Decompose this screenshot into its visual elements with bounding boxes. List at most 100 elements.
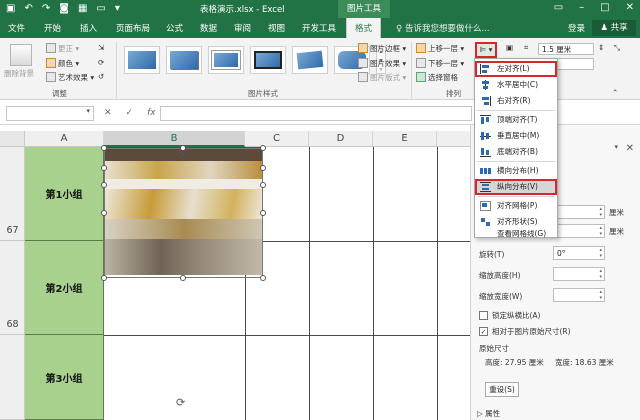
column-header-d[interactable]: D [309,131,373,147]
bring-forward-button[interactable]: 上移一层 ▾ [416,43,464,54]
tell-me-search[interactable]: ♀ 告诉我您想要做什么... [396,22,490,34]
enter-icon[interactable]: ✓ [126,108,134,118]
menu-item-snap-to-shape[interactable]: 对齐形状(S) [475,214,557,230]
select-all-corner[interactable] [0,131,25,147]
picture-layout-button[interactable]: 图片版式 ▾ [358,72,406,83]
tab-file[interactable]: 文件 [8,22,25,34]
remove-background-icon[interactable] [10,44,32,66]
rotate-handle-icon[interactable]: ⟳ [177,149,186,162]
camera-icon[interactable]: ◙ [59,2,69,16]
spinner-icon[interactable]: ▴ ▾ [599,247,602,259]
size-dialog-icon[interactable]: ⤡ [614,43,620,53]
share-button[interactable]: ♟ 共享 [592,20,636,36]
crop-icon[interactable]: ⌗ [524,43,528,53]
undo-icon[interactable]: ↶ [24,2,32,16]
checkbox-unchecked[interactable] [479,311,488,320]
save-icon[interactable]: ▣ [6,2,15,16]
spinner-icon[interactable]: ▴ ▾ [599,225,602,237]
reset-button[interactable]: 重设(S) [485,382,519,397]
picture-style-1[interactable] [124,46,160,74]
reset-picture-icon[interactable]: ↺ [98,72,104,81]
group-cell[interactable]: 第3小组 [25,335,104,420]
send-backward-button[interactable]: 下移一层 ▾ [416,58,464,69]
minimize-icon[interactable]: – [579,2,584,13]
compress-icon[interactable]: ⇲ [98,43,104,52]
menu-item-align-bottom[interactable]: 底端对齐(B) [475,144,557,160]
rotate-handle-icon[interactable]: ⟳ [176,396,185,409]
align-button[interactable]: ⊫ ▾ [475,42,497,58]
spinner-icon[interactable]: ▴ ▾ [599,268,602,280]
rotation-input[interactable]: 0° ▴ ▾ [553,246,605,260]
remove-background-button[interactable]: 删除背景 [4,68,34,79]
picture-style-3[interactable] [208,46,244,74]
spinner-icon[interactable]: ▴ ▾ [599,206,602,218]
resize-handle[interactable] [101,275,107,281]
menu-item-align-top[interactable]: 顶端对齐(T) [475,112,557,128]
customize-qat-icon[interactable]: ▾ [115,2,120,16]
picture-style-5[interactable] [292,46,328,74]
tab-page-layout[interactable]: 页面布局 [116,22,150,34]
relative-size-checkbox[interactable]: ✓ 相对于图片原始尺寸(R) [479,326,571,337]
picture-style-4[interactable] [250,46,286,74]
resize-handle[interactable] [260,165,266,171]
resize-handle[interactable] [180,275,186,281]
resize-handle[interactable] [101,165,107,171]
tab-data[interactable]: 数据 [200,22,217,34]
resize-handle[interactable] [101,182,107,188]
height-input[interactable]: ▴ ▾ [553,205,605,219]
maximize-icon[interactable]: □ [600,2,609,13]
height-field[interactable]: 1.5 厘米 [538,43,594,55]
pane-close-icon[interactable]: ✕ [626,143,634,154]
tab-developer[interactable]: 开发工具 [302,22,336,34]
column-header-c[interactable]: C [245,131,309,147]
column-header-b[interactable]: B [104,131,245,147]
table-icon[interactable]: ▦ [78,2,87,16]
menu-item-align-middle[interactable]: 垂直居中(M) [475,128,557,144]
tab-view[interactable]: 视图 [268,22,285,34]
name-box[interactable]: ▾ [6,106,94,121]
group-cell[interactable]: 第1小组 [25,147,104,241]
name-box-dropdown-icon[interactable]: ▾ [86,107,90,115]
resize-handle[interactable] [101,210,107,216]
resize-handle[interactable] [260,275,266,281]
folder-icon[interactable]: ▭ [96,2,105,16]
scale-height-input[interactable]: ▴ ▾ [553,267,605,281]
change-picture-icon[interactable]: ⟳ [98,58,104,67]
menu-item-snap-to-grid[interactable]: 对齐网格(P) [475,198,557,214]
menu-item-align-right[interactable]: 右对齐(R) [475,93,557,109]
insert-function-icon[interactable]: fx [147,108,156,118]
tab-formulas[interactable]: 公式 [166,22,183,34]
menu-item-align-left[interactable]: 左对齐(L) [475,61,557,77]
color-button[interactable]: 颜色 ▾ [46,58,79,69]
tab-review[interactable]: 审阅 [234,22,251,34]
close-icon[interactable]: ✕ [626,2,634,13]
redo-icon[interactable]: ↷ [42,2,50,16]
checkbox-checked[interactable]: ✓ [479,327,488,336]
group-cell[interactable]: 第2小组 [25,241,104,335]
width-input[interactable]: ▴ ▾ [553,224,605,238]
resize-handle[interactable] [260,145,266,151]
column-header-a[interactable]: A [25,131,104,147]
resize-handle[interactable] [101,145,107,151]
column-header-f[interactable] [437,131,470,147]
column-header-e[interactable]: E [373,131,437,147]
selection-pane-button[interactable]: 选择窗格 [416,72,458,83]
spinner-icon[interactable]: ▴ ▾ [599,289,602,301]
collapse-ribbon-icon[interactable]: ⌃ [612,88,618,97]
menu-item-view-gridlines[interactable]: 查看网格线(G) [475,230,557,238]
picture-style-2[interactable] [166,46,202,74]
pane-options-icon[interactable]: ▾ [614,143,618,151]
row-header-69[interactable] [0,335,25,420]
menu-item-distribute-horizontal[interactable]: 横向分布(H) [475,163,557,179]
login-link[interactable]: 登录 [568,22,585,34]
scale-width-input[interactable]: ▴ ▾ [553,288,605,302]
menu-item-align-center[interactable]: 水平居中(C) [475,77,557,93]
row-header-68[interactable]: 68 [0,241,25,335]
resize-handle[interactable] [260,210,266,216]
picture-border-button[interactable]: 图片边框 ▾ [358,43,406,54]
formula-input[interactable] [160,106,472,121]
properties-section[interactable]: ▷ 属性 [477,408,500,419]
row-header-67[interactable]: 67 [0,147,25,241]
group-objects-icon[interactable]: ▣ [506,43,513,52]
tab-insert[interactable]: 插入 [80,22,97,34]
